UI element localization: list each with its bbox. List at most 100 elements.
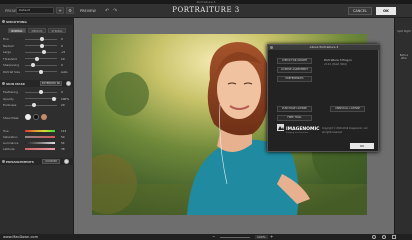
smoothing-slider-value: 0 bbox=[61, 37, 63, 41]
smoothing-slider-label: Threshold bbox=[3, 56, 17, 61]
skin-slider-track[interactable] bbox=[25, 96, 57, 101]
fit-view-icon[interactable] bbox=[372, 235, 376, 239]
smoothing-slider-label: Large bbox=[3, 50, 11, 54]
zoom-in-button[interactable]: + bbox=[270, 234, 273, 239]
smoothing-title: SMOOTHING bbox=[6, 20, 27, 24]
luminance-value: 54 bbox=[61, 141, 65, 145]
smoothing-slider-row: Threshold 10 bbox=[3, 56, 71, 61]
smoothing-slider-row: Fine 0 bbox=[3, 37, 71, 41]
product-name: Portraiture 3 Plug-in bbox=[324, 58, 352, 62]
skin-slider-row: Fuzziness 20 bbox=[3, 103, 71, 107]
eyedropper-icon[interactable] bbox=[64, 159, 69, 164]
slider-knob[interactable] bbox=[32, 103, 36, 107]
dialog-ok-button[interactable]: OK bbox=[350, 143, 374, 149]
collapse-icon[interactable] bbox=[2, 82, 5, 85]
actual-size-icon[interactable] bbox=[382, 235, 386, 239]
zoom-value[interactable]: 100% bbox=[255, 235, 268, 239]
preferences-button[interactable]: PREFERENCES bbox=[277, 76, 312, 82]
saturation-slider[interactable] bbox=[25, 136, 55, 138]
tab-normal[interactable]: NORMAL bbox=[8, 28, 26, 33]
slider-knob[interactable] bbox=[30, 63, 35, 67]
slider-knob[interactable] bbox=[39, 90, 43, 94]
product-version: v3.0.1 (Build 3016) bbox=[324, 63, 347, 66]
skin-mask-title: SKIN MASK bbox=[6, 82, 25, 86]
close-icon[interactable] bbox=[270, 46, 273, 49]
about-dialog: About Portraiture 3 CHECK FOR UPDATE LIC… bbox=[267, 44, 380, 152]
enhancements-title: ENHANCEMENTS bbox=[6, 160, 34, 164]
collapse-icon[interactable] bbox=[2, 20, 5, 23]
skin-slider-value: 100% bbox=[61, 96, 69, 101]
dialog-title: About Portraiture 3 bbox=[268, 45, 380, 50]
enhancements-mode-select[interactable]: CUSTOM bbox=[42, 159, 60, 164]
show-mask-label: Show Mask bbox=[3, 116, 19, 120]
slider-knob[interactable] bbox=[34, 56, 39, 61]
tab-medium[interactable]: MEDIUM bbox=[28, 28, 46, 33]
hue-label: Hue bbox=[3, 129, 9, 133]
purchase-license-button[interactable]: PURCHASE LICENSE bbox=[277, 106, 312, 112]
license-agreement-button[interactable]: LICENSE AGREEMENT bbox=[277, 67, 312, 73]
smoothing-slider-label: Fine bbox=[3, 37, 9, 41]
smoothing-slider-row: Large +5 bbox=[3, 50, 71, 54]
slider-knob[interactable] bbox=[51, 96, 56, 101]
rights-text: All rights reserved bbox=[322, 131, 342, 134]
latitude-slider[interactable] bbox=[25, 148, 55, 150]
smoothing-slider-value: +5 bbox=[61, 50, 66, 54]
zoom-out-button[interactable]: − bbox=[212, 234, 215, 239]
smoothing-slider-value: Auto bbox=[61, 69, 68, 74]
cancel-button[interactable]: CANCEL bbox=[348, 7, 372, 15]
view-mode-panel: Split Right Before After bbox=[394, 18, 412, 234]
smoothing-slider-track[interactable] bbox=[25, 56, 57, 61]
smoothing-slider-label: Sharpening bbox=[3, 63, 20, 67]
luminance-slider[interactable] bbox=[25, 142, 55, 144]
zoom-slider[interactable] bbox=[220, 237, 250, 238]
skin-slider-value: 20 bbox=[61, 103, 65, 107]
smoothing-slider-row: Portrait Size Auto bbox=[3, 69, 71, 74]
collapse-icon[interactable] bbox=[2, 160, 5, 163]
slider-knob[interactable] bbox=[40, 43, 45, 48]
skin-slider-label: Fuzziness bbox=[3, 103, 17, 107]
status-bar: www.MacDown.com − 100% + bbox=[0, 234, 412, 240]
split-view-button[interactable]: Split Right bbox=[397, 30, 411, 33]
smoothing-slider-label: Medium bbox=[3, 43, 15, 48]
saturation-label: Saturation bbox=[3, 135, 18, 139]
smoothing-slider-row: Sharpening 0 bbox=[3, 63, 71, 67]
before-after-button[interactable]: Before After bbox=[397, 54, 411, 60]
slider-knob[interactable] bbox=[39, 69, 43, 74]
slider-knob[interactable] bbox=[41, 50, 46, 54]
logo-tagline: Imaging and Solutions bbox=[286, 132, 309, 134]
ok-button[interactable]: OK bbox=[376, 7, 396, 15]
skin-slider-track[interactable] bbox=[25, 90, 57, 94]
tab-strong[interactable]: STRONG bbox=[48, 28, 66, 33]
slider-knob[interactable] bbox=[40, 37, 45, 41]
latitude-value: 38 bbox=[61, 147, 65, 151]
smoothing-slider-track[interactable] bbox=[25, 50, 57, 54]
smoothing-slider-track[interactable] bbox=[25, 43, 57, 48]
skin-slider-row: Feathering 0 bbox=[3, 90, 71, 94]
smoothing-slider-value: 10 bbox=[61, 56, 65, 61]
hue-slider[interactable] bbox=[25, 130, 55, 132]
fullscreen-icon[interactable] bbox=[392, 235, 396, 239]
skin-slider-row: Opacity 100% bbox=[3, 96, 71, 101]
skin-mask-header[interactable]: SKIN MASK EXTENDED SK bbox=[0, 80, 74, 87]
check-update-button[interactable]: CHECK FOR UPDATE bbox=[277, 58, 312, 64]
settings-panel: SMOOTHING NORMAL MEDIUM STRONG Fine 0 Medi… bbox=[0, 18, 74, 234]
smoothing-slider-value: 0 bbox=[61, 43, 63, 48]
skin-slider-track[interactable] bbox=[25, 103, 57, 107]
mask-swatch-black[interactable] bbox=[33, 114, 39, 120]
mask-swatch-skin[interactable] bbox=[41, 114, 47, 120]
mask-swatch-white[interactable] bbox=[25, 114, 31, 120]
smoothing-slider-track[interactable] bbox=[25, 37, 57, 41]
free-trial-button[interactable]: FREE TRIAL bbox=[277, 115, 312, 121]
smoothing-slider-value: 0 bbox=[61, 63, 63, 67]
eyedropper-icon[interactable] bbox=[66, 81, 71, 86]
smoothing-slider-track[interactable] bbox=[25, 69, 57, 74]
smoothing-slider-track[interactable] bbox=[25, 63, 57, 67]
top-toolbar: PRESET Default + ⚙ PREVIEW ↶ ↷ PORTRAITU… bbox=[0, 4, 412, 18]
uninstall-license-button[interactable]: UNINSTALL LICENSE bbox=[330, 106, 365, 112]
smoothing-slider-row: Medium 0 bbox=[3, 43, 71, 48]
smoothing-header[interactable]: SMOOTHING bbox=[0, 18, 74, 25]
extended-skin-toggle[interactable]: EXTENDED SK bbox=[40, 81, 62, 86]
saturation-value: 50 bbox=[61, 135, 65, 139]
enhancements-header[interactable]: ENHANCEMENTS CUSTOM bbox=[0, 158, 74, 165]
latitude-label: Latitude bbox=[3, 147, 15, 151]
